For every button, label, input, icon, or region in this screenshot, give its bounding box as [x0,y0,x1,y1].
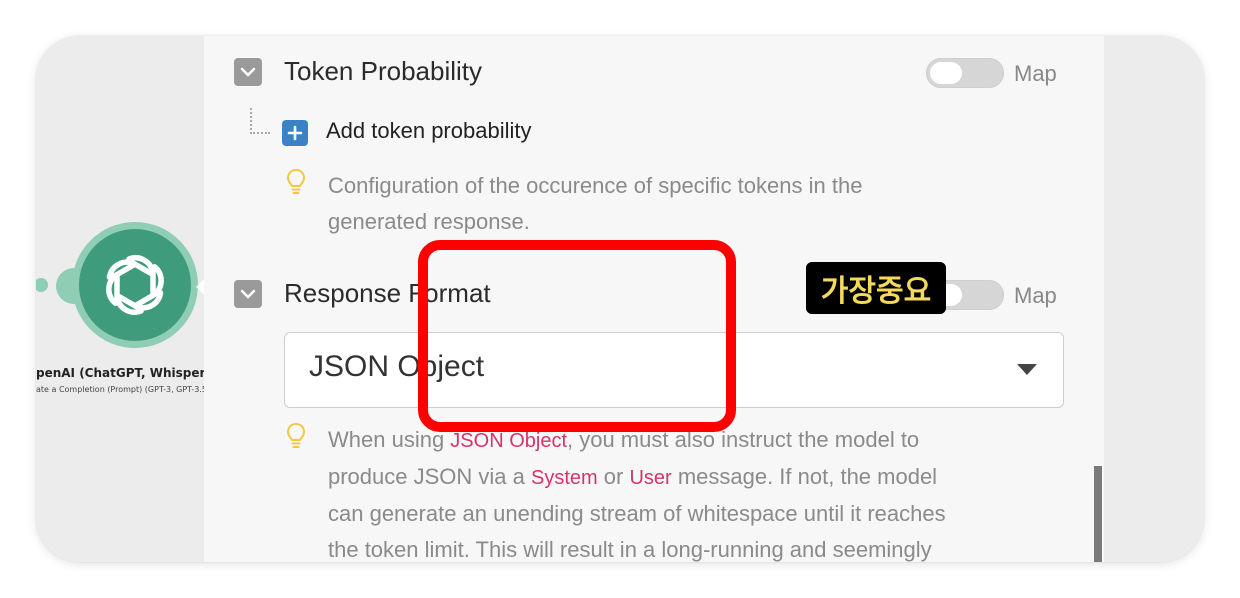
token-probability-hint: Configuration of the occurence of specif… [328,168,862,240]
lightbulb-icon [286,422,306,448]
scenario-canvas: penAI (ChatGPT, Whisper, DALL-E) ate a C… [36,36,212,562]
collapse-response-format-button[interactable] [234,280,262,308]
token-probability-map-toggle[interactable] [926,58,1004,88]
hint-text: message. If not, the model [671,464,938,489]
hint-code: JSON Object [450,430,567,452]
caret-down-icon [1017,364,1037,375]
settings-panel: Token Probability Map Add token probabil… [204,36,1104,562]
hint-code: System [530,467,598,489]
tree-connector [250,108,270,134]
response-format-map-label: Map [1014,283,1057,308]
chevron-down-icon [240,289,256,299]
lightbulb-icon [286,168,306,194]
openai-logo-icon [106,255,164,315]
app-frame: penAI (ChatGPT, Whisper, DALL-E) ate a C… [36,36,1204,562]
hint-text: or [597,464,630,489]
hint-line: Configuration of the occurence of specif… [328,173,863,198]
hint-text: produce JSON via a [328,464,531,489]
toggle-knob [930,62,962,84]
annotation-badge: 가장중요 [806,262,946,314]
highlight-annotation-box [418,240,736,432]
response-format-hint: When using JSON Object, you must also in… [328,422,946,562]
add-token-probability-button[interactable] [282,120,308,146]
add-token-probability-label[interactable]: Add token probability [326,118,531,144]
openai-module-node[interactable] [79,229,191,341]
connector-dot[interactable] [36,278,48,292]
right-gutter [1104,36,1204,562]
hint-line: the token limit. This will result in a l… [328,537,932,562]
hint-line: can generate an unending stream of white… [328,501,946,526]
token-probability-label: Token Probability [284,56,482,86]
panel-scrollbar[interactable] [1094,466,1102,562]
chevron-down-icon [240,67,256,77]
module-subtitle: ate a Completion (Prompt) (GPT-3, GPT-3.… [36,385,204,394]
hint-line: produce JSON via a System or User messag… [328,459,946,496]
collapse-token-probability-button[interactable] [234,58,262,86]
module-title: penAI (ChatGPT, Whisper, DALL-E) [36,366,204,380]
plus-icon [287,125,303,141]
hint-line: generated response. [328,209,530,234]
token-probability-map-label: Map [1014,61,1057,86]
hint-code: User [629,467,672,489]
